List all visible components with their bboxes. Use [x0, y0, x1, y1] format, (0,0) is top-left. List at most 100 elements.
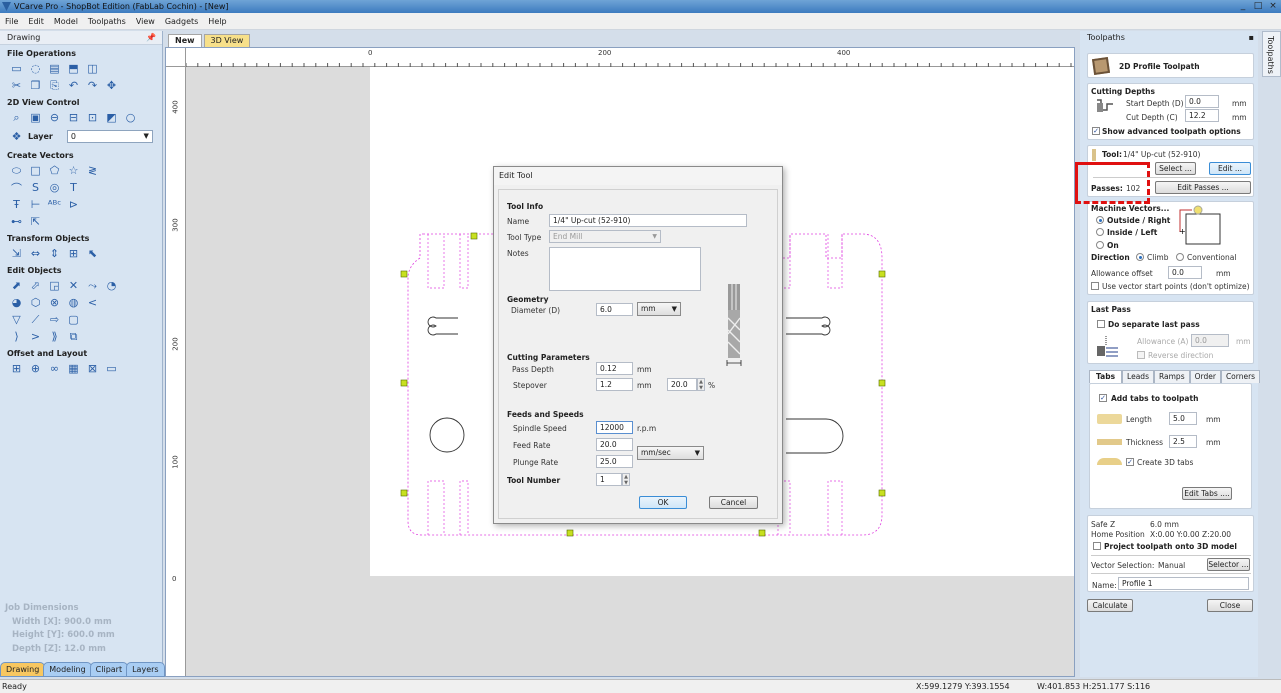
zoom-extents-icon[interactable]: ⌕ [9, 110, 24, 125]
tool-type-select[interactable]: End Mill ▼ [549, 230, 661, 243]
reverse-direction-checkbox[interactable] [1137, 351, 1145, 359]
select-all-icon[interactable]: ✂ [9, 78, 24, 93]
add-tabs-checkbox[interactable]: ✓ [1099, 394, 1107, 402]
set-size-icon[interactable]: ⇔ [28, 246, 43, 261]
menu-gadgets[interactable]: Gadgets [160, 13, 203, 30]
star-icon[interactable]: ≷ [85, 163, 100, 178]
paste-icon[interactable]: ↶ [66, 78, 81, 93]
trim-icon[interactable]: ◔ [104, 278, 119, 293]
copy-icon[interactable]: ⎘ [47, 78, 62, 93]
text-on-curve-icon[interactable]: ⊢ [28, 197, 43, 212]
subtract-icon[interactable]: ⬡ [28, 295, 43, 310]
polygon-icon[interactable]: ☆ [66, 163, 81, 178]
ok-button[interactable]: OK [639, 496, 687, 509]
edit-tool-button[interactable]: Edit ... [1209, 162, 1251, 175]
menu-model[interactable]: Model [49, 13, 83, 30]
show-advanced-checkbox[interactable]: ✓ [1092, 127, 1100, 135]
measure-icon[interactable]: ⇱ [28, 214, 43, 229]
select-icon[interactable]: ⬈ [9, 278, 24, 293]
climb-radio[interactable] [1136, 253, 1144, 261]
tab-clipart[interactable]: Clipart [89, 662, 129, 677]
rotate-icon[interactable]: ⇕ [47, 246, 62, 261]
tool-name-input[interactable]: 1/4" Up-cut (52-910) [549, 214, 747, 227]
create-3d-tabs-checkbox[interactable]: ✓ [1126, 458, 1134, 466]
tool-number-spinner[interactable]: ▲ ▼ [622, 473, 630, 486]
tool-number-input[interactable]: 1 [596, 473, 622, 486]
plunge-rate-input[interactable]: 25.0 [596, 455, 633, 468]
conventional-radio[interactable] [1176, 253, 1184, 261]
stepover-percent-input[interactable]: 20.0 [667, 378, 697, 391]
import-icon[interactable]: ⬒ [66, 61, 81, 76]
menu-edit[interactable]: Edit [23, 13, 49, 30]
interactive-icon[interactable]: ◲ [47, 278, 62, 293]
nesting-icon[interactable]: ⊕ [28, 361, 43, 376]
diameter-unit-select[interactable]: mm ▼ [637, 302, 681, 316]
edit-passes-button[interactable]: Edit Passes ... [1155, 181, 1251, 194]
separate-last-pass-checkbox[interactable] [1097, 320, 1105, 328]
corner-icon[interactable]: ⟋ [28, 312, 43, 327]
stepover-input[interactable]: 1.2 [596, 378, 633, 391]
edit-tabs-button[interactable]: Edit Tabs .... [1182, 487, 1232, 500]
zoom-box-icon[interactable]: ▣ [28, 110, 43, 125]
join-icon[interactable]: ◍ [66, 295, 81, 310]
tab-modeling[interactable]: Modeling [43, 662, 92, 677]
tab-corners[interactable]: Corners [1220, 370, 1261, 383]
cancel-button[interactable]: Cancel [709, 496, 758, 509]
zoom-job-icon[interactable]: ⊖ [47, 110, 62, 125]
open-folder-icon[interactable]: ◫ [85, 61, 100, 76]
close-vector-icon[interactable]: < [85, 295, 100, 310]
offset-arrow-icon[interactable]: ▢ [66, 312, 81, 327]
maximize-button[interactable]: □ [1252, 0, 1264, 13]
text-icon[interactable]: Ŧ [9, 197, 24, 212]
undo-icon[interactable]: ↷ [85, 78, 100, 93]
menu-file[interactable]: File [0, 13, 23, 30]
last-allowance-input[interactable]: 0.0 [1191, 334, 1229, 347]
select-tool-button[interactable]: Select ... [1155, 162, 1196, 175]
save-icon[interactable]: ▤ [47, 61, 62, 76]
layer-select[interactable]: 0 ▼ [66, 130, 153, 143]
node-edit-tool-icon[interactable]: ⬀ [28, 278, 43, 293]
tab-leads[interactable]: Leads [1122, 370, 1154, 383]
minimize-button[interactable]: _ [1237, 0, 1249, 13]
ellipse-icon[interactable]: □ [28, 163, 43, 178]
selector-button[interactable]: Selector ... [1207, 558, 1250, 571]
tab-tabs[interactable]: Tabs [1089, 370, 1123, 383]
tab-drawing[interactable]: Drawing [0, 662, 46, 677]
extend-icon[interactable]: ⇨ [47, 312, 62, 327]
split-icon[interactable]: ⧉ [66, 329, 81, 344]
new-file-icon[interactable]: ▭ [9, 61, 24, 76]
arc-icon[interactable]: S [28, 180, 43, 195]
offset-icon[interactable]: ⊞ [9, 361, 24, 376]
create-grid-icon[interactable]: ⊠ [85, 361, 100, 376]
inside-left-radio[interactable] [1096, 228, 1104, 236]
zoom-out-icon[interactable]: ⊟ [66, 110, 81, 125]
tab-ramps[interactable]: Ramps [1153, 370, 1190, 383]
fillet-icon[interactable]: ▽ [9, 312, 24, 327]
calculate-button[interactable]: Calculate [1087, 599, 1133, 612]
outside-right-radio[interactable] [1096, 216, 1104, 224]
polyline-icon[interactable]: ⌒ [9, 180, 24, 195]
create-array-icon[interactable]: ▭ [104, 361, 119, 376]
tab-layers[interactable]: Layers [126, 662, 165, 677]
view-2d-icon[interactable]: ◩ [104, 110, 119, 125]
curve-fit-icon[interactable]: > [28, 329, 43, 344]
diameter-input[interactable]: 6.0 [596, 303, 633, 316]
spindle-speed-input[interactable]: 12000 [596, 421, 633, 434]
move-icon[interactable]: ⇲ [9, 246, 24, 261]
array-icon[interactable]: ∞ [47, 361, 62, 376]
circle-icon[interactable]: ⬭ [9, 163, 24, 178]
start-depth-input[interactable]: 0.0 [1185, 95, 1219, 108]
toolpath-name-input[interactable]: Profile 1 [1118, 577, 1249, 590]
menu-help[interactable]: Help [203, 13, 231, 30]
stepover-spinner[interactable]: ▲ ▼ [697, 378, 705, 391]
bezier-icon[interactable]: ⟫ [47, 329, 62, 344]
toolpaths-side-tab[interactable]: Toolpaths [1262, 31, 1281, 77]
open-file-icon[interactable]: ◌ [28, 61, 43, 76]
redo-icon[interactable]: ✥ [104, 78, 119, 93]
copy-along-icon[interactable]: ▦ [66, 361, 81, 376]
feed-rate-input[interactable]: 20.0 [596, 438, 633, 451]
intersect-icon[interactable]: ⊗ [47, 295, 62, 310]
pin-icon[interactable]: 📌 [146, 31, 156, 45]
cut-icon[interactable]: ❐ [28, 78, 43, 93]
mirror-icon[interactable]: ⊞ [66, 246, 81, 261]
